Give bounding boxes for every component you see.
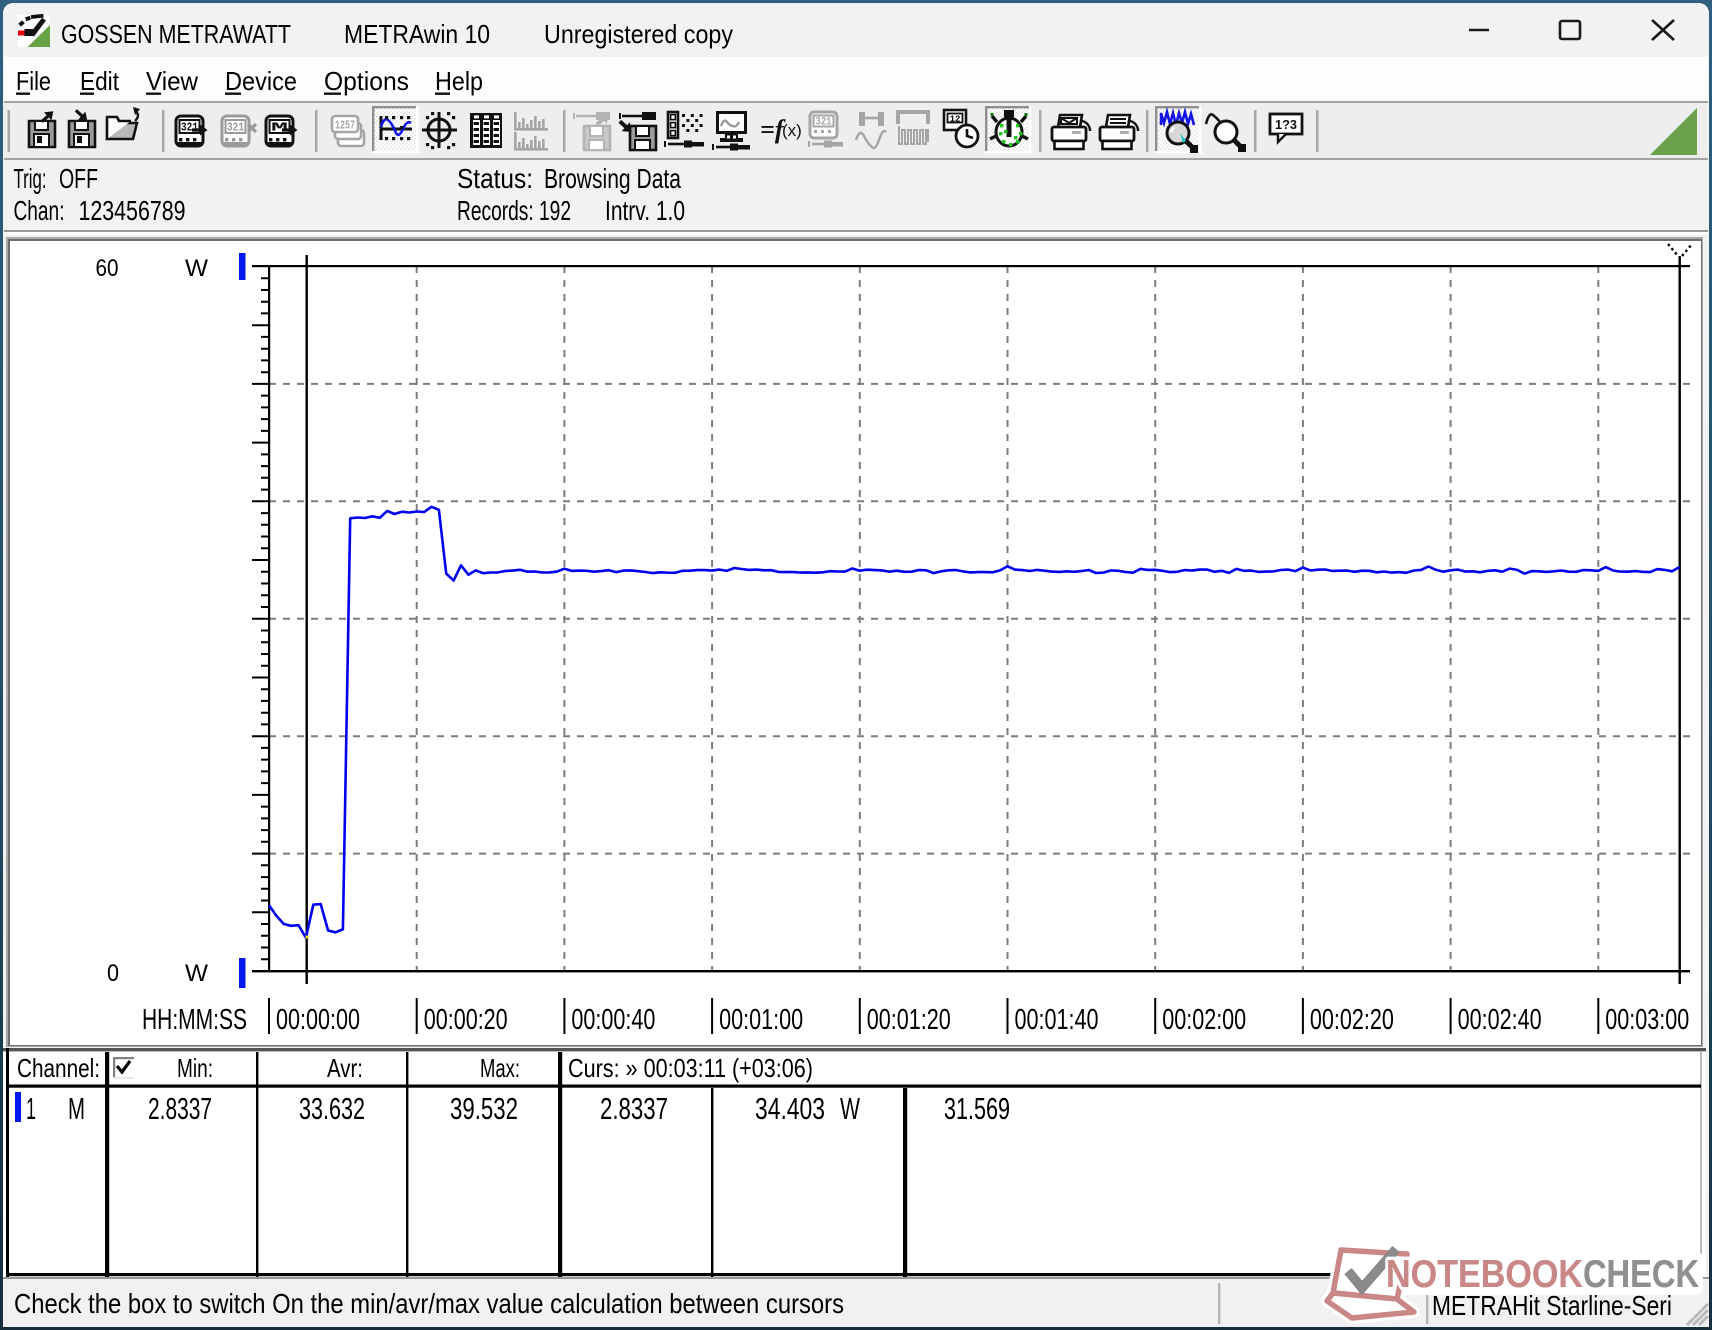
svg-text:Channel:: Channel:: [17, 1053, 100, 1083]
svg-text:60: 60: [96, 255, 119, 282]
svg-text:12: 12: [950, 115, 961, 125]
svg-text:Edit: Edit: [80, 66, 120, 96]
svg-text:View: View: [146, 66, 198, 96]
svg-text:CHECK: CHECK: [1583, 1253, 1699, 1296]
svg-text:Avr:: Avr:: [327, 1053, 363, 1083]
svg-text:W: W: [840, 1091, 861, 1126]
svg-text:321: 321: [816, 117, 832, 129]
svg-text:31.569: 31.569: [944, 1091, 1010, 1126]
svg-text:0: 0: [107, 960, 119, 987]
svg-text:Unregistered copy: Unregistered copy: [544, 19, 733, 49]
svg-text:W: W: [185, 960, 209, 987]
svg-text:Chan:: Chan:: [14, 195, 65, 226]
svg-text:1?3: 1?3: [1275, 117, 1297, 132]
svg-text:GOSSEN METRAWATT: GOSSEN METRAWATT: [61, 19, 291, 49]
svg-text:33.632: 33.632: [299, 1091, 365, 1126]
svg-text:39.532: 39.532: [450, 1091, 518, 1126]
svg-text:1257: 1257: [335, 119, 355, 133]
svg-text:Records: 192: Records: 192: [457, 195, 571, 226]
svg-text:Browsing Data: Browsing Data: [544, 163, 681, 194]
svg-text:Device: Device: [225, 66, 297, 96]
svg-text:2.8337: 2.8337: [148, 1091, 212, 1126]
svg-text:1: 1: [26, 1091, 36, 1126]
svg-text:Intrv. 1.0: Intrv. 1.0: [605, 195, 685, 226]
svg-text:NOTEBOOK: NOTEBOOK: [1386, 1253, 1583, 1296]
svg-text:00:00:40: 00:00:40: [571, 1004, 655, 1036]
svg-text:321: 321: [227, 121, 244, 135]
svg-text:321: 321: [181, 121, 198, 135]
svg-text:File: File: [16, 66, 51, 96]
svg-text:Status:: Status:: [457, 163, 533, 194]
svg-text:Options: Options: [324, 66, 409, 96]
svg-text:00:03:00: 00:03:00: [1605, 1004, 1689, 1036]
svg-text:00:01:00: 00:01:00: [719, 1004, 803, 1036]
svg-text:Max:: Max:: [480, 1053, 520, 1083]
svg-text:W: W: [185, 255, 209, 282]
svg-text:Min:: Min:: [177, 1053, 213, 1083]
svg-text:00:02:40: 00:02:40: [1458, 1004, 1542, 1036]
svg-text:Check the box to switch On the: Check the box to switch On the min/avr/m…: [14, 1288, 844, 1319]
svg-text:(x): (x): [782, 121, 802, 140]
svg-text:M: M: [271, 121, 288, 135]
svg-text:M: M: [68, 1091, 85, 1126]
svg-text:OFF: OFF: [59, 163, 98, 194]
svg-text:Help: Help: [435, 66, 483, 96]
svg-text:00:02:00: 00:02:00: [1162, 1004, 1246, 1036]
svg-text:123456789: 123456789: [79, 195, 186, 226]
svg-text:00:01:40: 00:01:40: [1015, 1004, 1099, 1036]
svg-text:METRAwin 10: METRAwin 10: [344, 19, 490, 49]
svg-text:00:00:20: 00:00:20: [424, 1004, 508, 1036]
svg-text:Trig:: Trig:: [14, 163, 47, 194]
svg-text:00:00:00: 00:00:00: [276, 1004, 360, 1036]
svg-text:2.8337: 2.8337: [600, 1091, 668, 1126]
svg-text:Curs: » 00:03:11 (+03:06): Curs: » 00:03:11 (+03:06): [568, 1053, 813, 1083]
svg-text:00:01:20: 00:01:20: [867, 1004, 951, 1036]
svg-text:00:02:20: 00:02:20: [1310, 1004, 1394, 1036]
svg-text:HH:MM:SS: HH:MM:SS: [142, 1004, 247, 1036]
svg-text:34.403: 34.403: [755, 1091, 825, 1126]
